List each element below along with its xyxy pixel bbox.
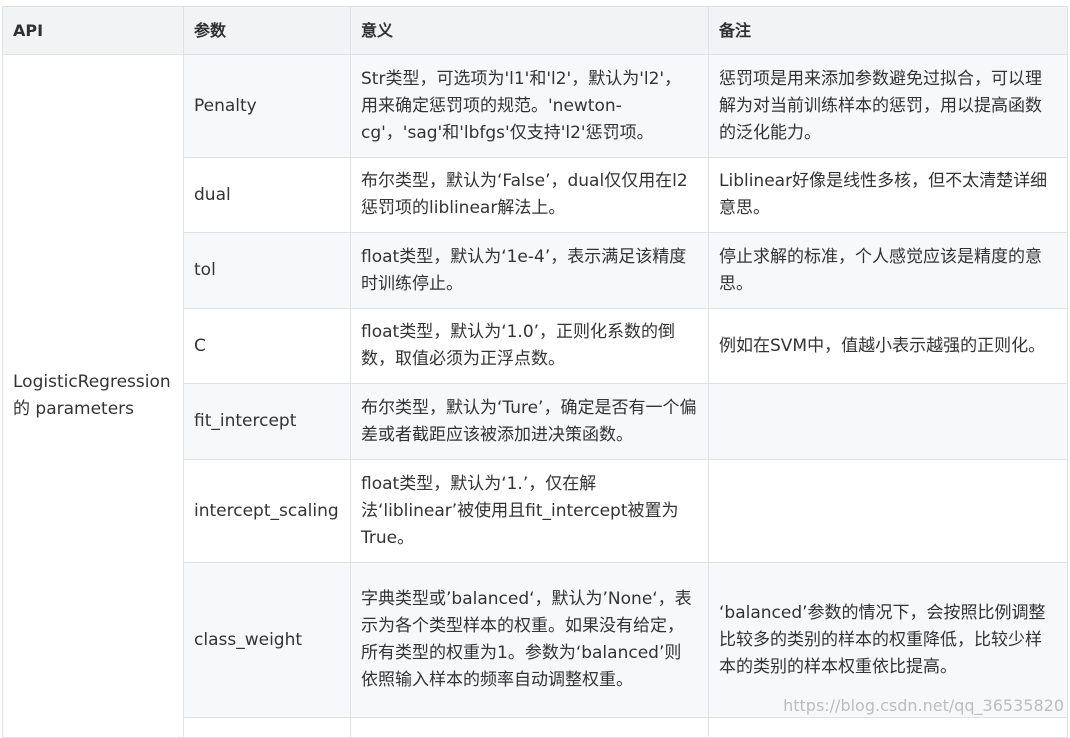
meaning-cell: float类型，默认为‘1.0’，正则化系数的倒数，取值必须为正浮点数。: [350, 308, 709, 384]
header-note: 备注: [708, 6, 1068, 55]
param-cell: dual: [183, 157, 351, 233]
meaning-cell: 布尔类型，默认为‘False’，dual仅仅用在l2惩罚项的liblinear解…: [350, 157, 709, 233]
note-cell: 惩罚项是用来添加参数避免过拟合，可以理解为对当前训练样本的惩罚，用以提高函数的泛…: [708, 54, 1068, 158]
note-cell: [708, 459, 1068, 563]
param-cell: tol: [183, 232, 351, 309]
header-param: 参数: [183, 6, 351, 55]
api-cell: LogisticRegression 的 parameters: [2, 54, 184, 738]
meaning-cell: [350, 717, 709, 738]
param-cell: fit_intercept: [183, 383, 351, 460]
param-cell: C: [183, 308, 351, 384]
meaning-cell: float类型，默认为‘1e-4’，表示满足该精度时训练停止。: [350, 232, 709, 309]
note-cell: 停止求解的标准，个人感觉应该是精度的意思。: [708, 232, 1068, 309]
param-cell: [183, 717, 351, 738]
header-meaning: 意义: [350, 6, 709, 55]
table-header-row: API 参数 意义 备注: [2, 6, 1068, 55]
param-cell: class_weight: [183, 562, 351, 718]
note-cell: ‘balanced’参数的情况下，会按照比例调整比较多的类别的样本的权重降低，比…: [708, 562, 1068, 718]
parameters-table: API 参数 意义 备注 LogisticRegression 的 parame…: [2, 6, 1068, 738]
meaning-cell: 布尔类型，默认为‘Ture’，确定是否有一个偏差或者截距应该被添加进决策函数。: [350, 383, 709, 460]
note-cell: [708, 383, 1068, 460]
param-cell: Penalty: [183, 54, 351, 158]
note-cell: Liblinear好像是线性多核，但不太清楚详细意思。: [708, 157, 1068, 233]
param-cell: intercept_scaling: [183, 459, 351, 563]
note-cell: [708, 717, 1068, 738]
table-row: LogisticRegression 的 parameters Penalty …: [2, 54, 1068, 738]
meaning-cell: Str类型，可选项为'l1'和'l2'，默认为'l2'，用来确定惩罚项的规范。'…: [350, 54, 709, 158]
meaning-cell: 字典类型或’balanced‘，默认为’None‘，表示为各个类型样本的权重。如…: [350, 562, 709, 718]
watermark: https://blog.csdn.net/qq_36535820: [783, 696, 1064, 715]
note-cell: 例如在SVM中，值越小表示越强的正则化。: [708, 308, 1068, 384]
header-api: API: [2, 6, 184, 55]
meaning-cell: float类型，默认为‘1.’，仅在解法‘liblinear’被使用且fit_i…: [350, 459, 709, 563]
